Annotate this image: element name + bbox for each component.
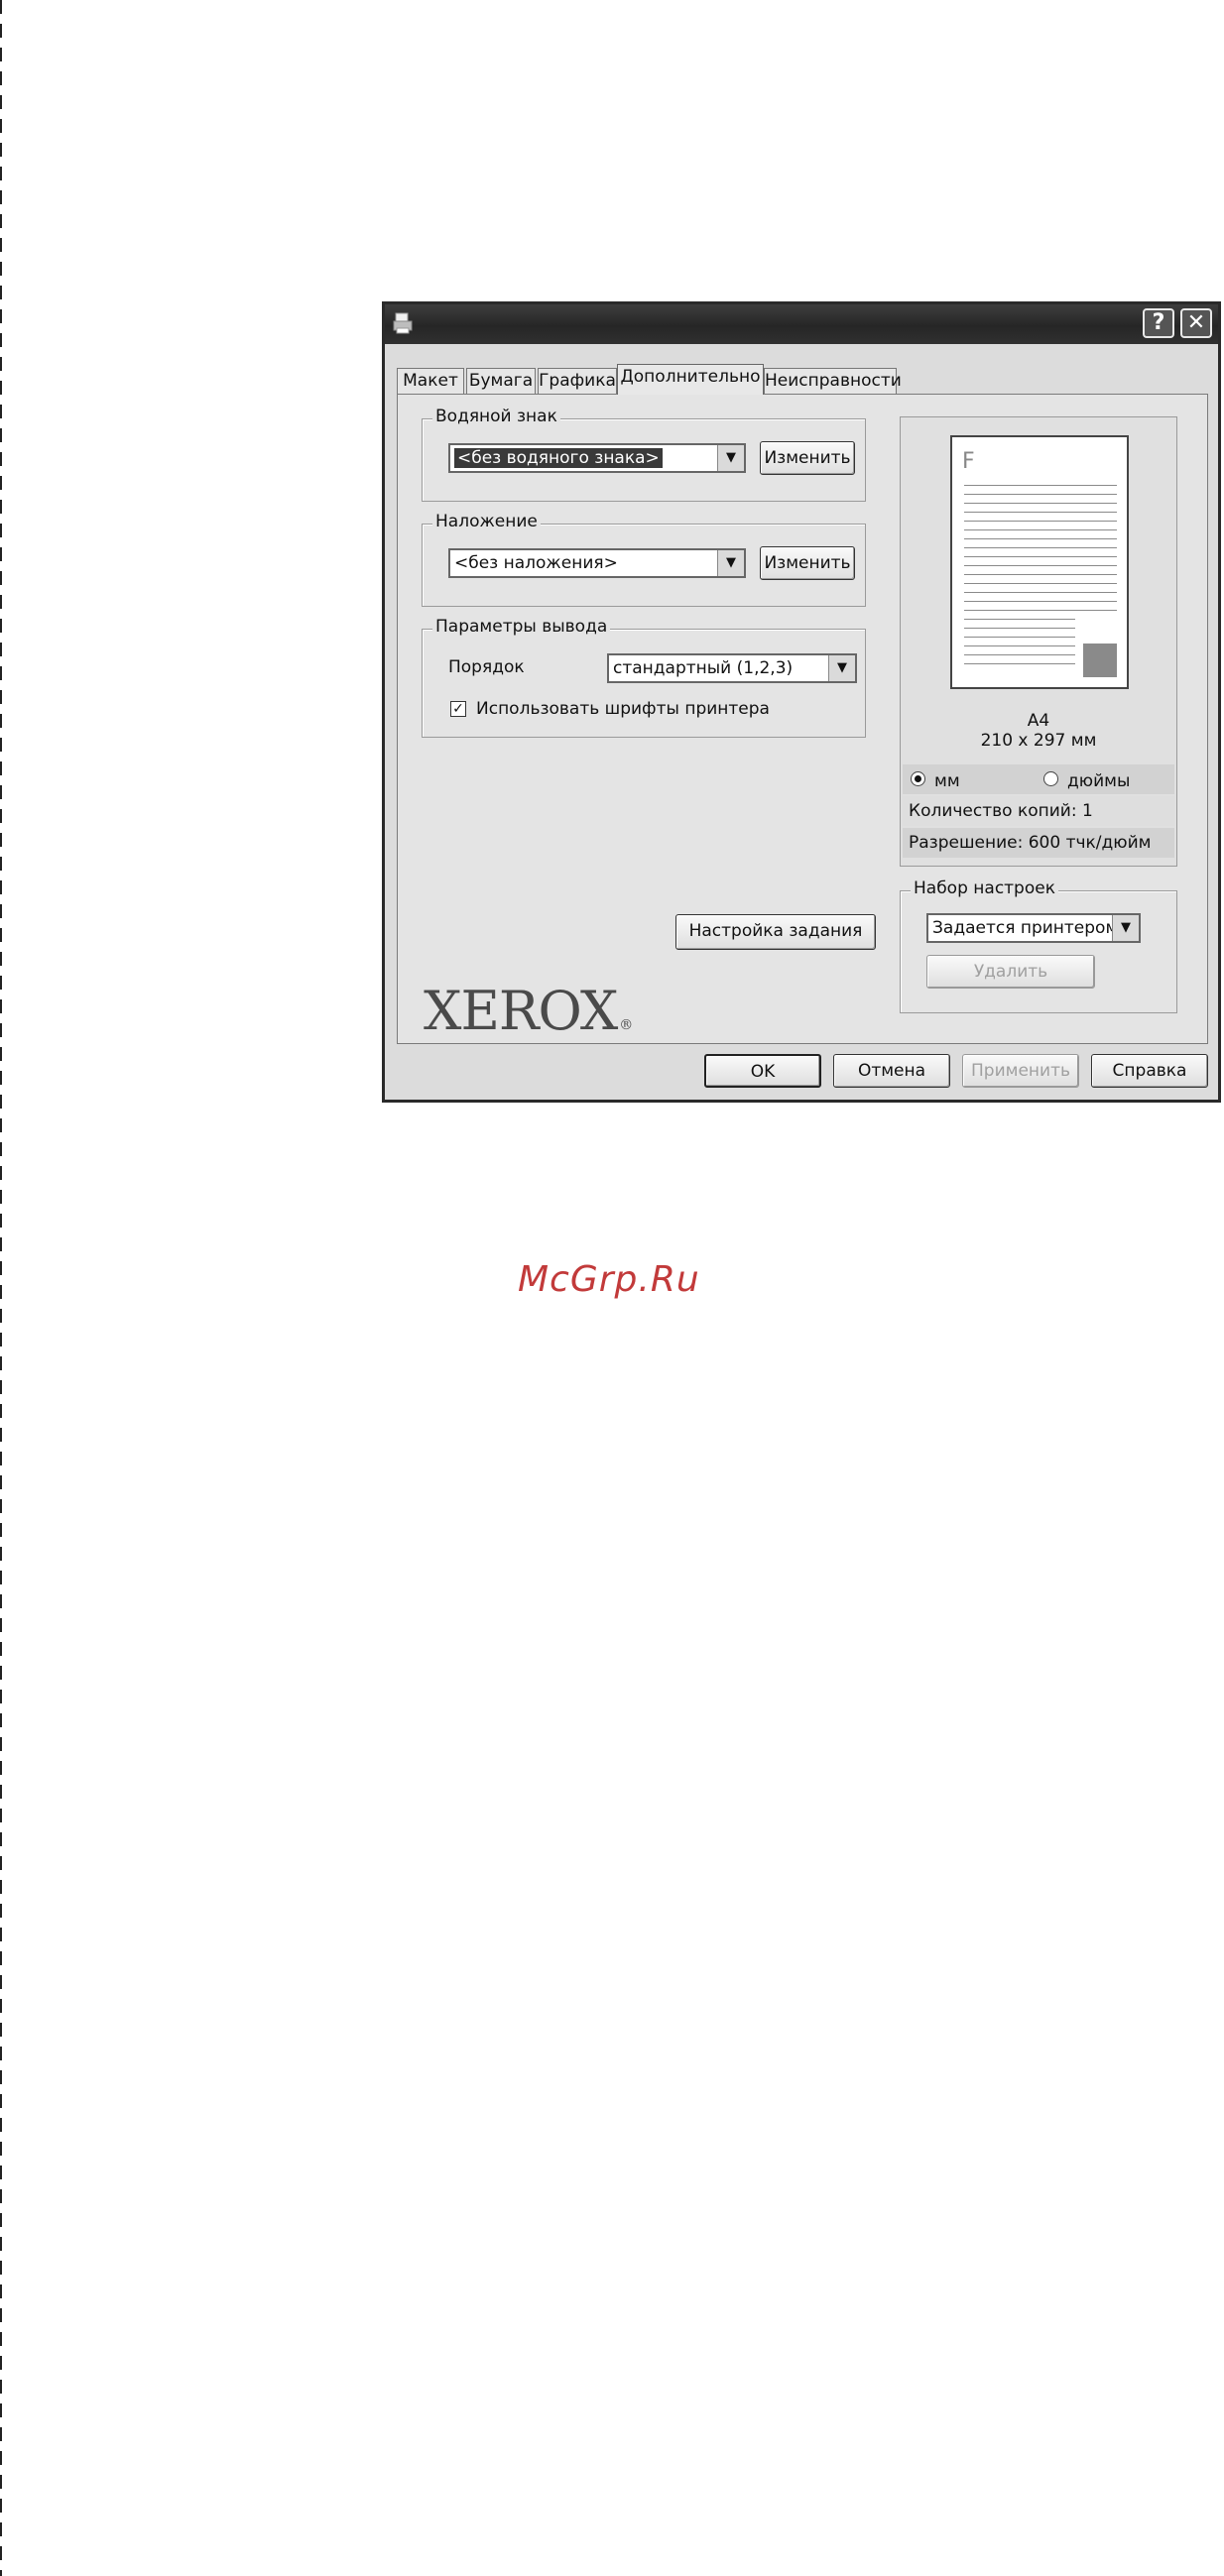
favorites-legend: Набор настроек xyxy=(911,878,1058,898)
unit-inch-label: дюймы xyxy=(1067,771,1131,791)
order-select[interactable]: стандартный (1,2,3) ▼ xyxy=(607,653,857,683)
paper-text-line xyxy=(964,556,1117,557)
paper-text-line xyxy=(964,529,1117,530)
page-thumbnail-block xyxy=(1083,644,1117,677)
chevron-down-icon[interactable]: ▼ xyxy=(1112,915,1139,941)
watermark-legend: Водяной знак xyxy=(432,407,560,426)
paper-text-line xyxy=(964,663,1075,664)
paper-text-line xyxy=(964,485,1117,486)
tab-panel-extras: Водяной знак <без водяного знака> ▼ Изме… xyxy=(397,394,1208,1044)
paper-text-line xyxy=(964,645,1075,646)
paper-preview-panel: F A4 210 x 297 мм мм дюймы Количество ко… xyxy=(900,416,1177,867)
tab-paper[interactable]: Бумага xyxy=(466,368,536,394)
unit-inch-radio[interactable] xyxy=(1043,771,1058,786)
job-setup-button[interactable]: Настройка задания xyxy=(675,914,876,950)
chevron-down-icon[interactable]: ▼ xyxy=(828,655,855,681)
tab-graphics[interactable]: Графика xyxy=(538,368,617,394)
paper-text-line xyxy=(964,547,1117,548)
paper-text-line xyxy=(964,628,1075,629)
watermark-group: Водяной знак <без водяного знака> ▼ Изме… xyxy=(422,407,866,502)
copies-info: Количество копий: 1 xyxy=(903,796,1174,826)
paper-preview: F xyxy=(950,435,1129,689)
paper-letter: F xyxy=(962,449,975,474)
favorites-delete-button[interactable]: Удалить xyxy=(926,955,1095,989)
paper-text-line xyxy=(964,538,1117,539)
favorites-select[interactable]: Задается принтером ▼ xyxy=(926,913,1141,943)
unit-mm-radio[interactable] xyxy=(911,771,925,786)
paper-text-line xyxy=(964,494,1117,495)
output-options-group: Параметры вывода Порядок стандартный (1,… xyxy=(422,617,866,738)
watermark-select[interactable]: <без водяного знака> ▼ xyxy=(448,443,746,473)
overlay-select[interactable]: <без наложения> ▼ xyxy=(448,548,746,578)
paper-size: 210 x 297 мм xyxy=(980,731,1097,751)
apply-button[interactable]: Применить xyxy=(962,1054,1079,1088)
title-bar: ? ✕ xyxy=(385,304,1218,344)
tab-layout[interactable]: Макет xyxy=(397,368,464,394)
paper-text-line xyxy=(964,637,1075,638)
resolution-info: Разрешение: 600 тчк/дюйм xyxy=(903,828,1174,858)
paper-text-line xyxy=(964,512,1117,513)
page-watermark: McGrp.Ru xyxy=(518,1259,700,1300)
paper-text-line xyxy=(964,583,1117,584)
overlay-group: Наложение <без наложения> ▼ Изменить xyxy=(422,512,866,607)
printer-fonts-checkbox[interactable]: ✓ xyxy=(450,701,466,717)
overlay-legend: Наложение xyxy=(432,512,541,531)
favorites-group: Набор настроек Задается принтером ▼ Удал… xyxy=(900,878,1177,1013)
printer-icon xyxy=(393,312,413,334)
paper-text-line xyxy=(964,654,1075,655)
output-options-legend: Параметры вывода xyxy=(432,617,611,637)
registered-mark: ® xyxy=(619,1017,633,1033)
close-button[interactable]: ✕ xyxy=(1180,308,1212,338)
units-row: мм дюймы xyxy=(903,764,1174,794)
printer-properties-dialog: ? ✕ Макет Бумага Графика Дополнительно Н… xyxy=(382,301,1221,1103)
paper-text-line xyxy=(964,503,1117,504)
chevron-down-icon[interactable]: ▼ xyxy=(717,445,744,471)
tab-troubleshooting[interactable]: Неисправности xyxy=(764,368,902,394)
paper-text-line xyxy=(964,601,1117,602)
help-button[interactable]: ? xyxy=(1143,308,1174,338)
overlay-edit-button[interactable]: Изменить xyxy=(760,546,855,580)
paper-text-line xyxy=(964,565,1117,566)
paper-text-line xyxy=(964,592,1117,593)
overlay-value: <без наложения> xyxy=(454,553,618,573)
paper-text-line xyxy=(964,574,1117,575)
unit-mm-label: мм xyxy=(934,771,960,791)
paper-text-line xyxy=(964,610,1117,611)
paper-name: A4 xyxy=(1027,711,1050,731)
xerox-logo: XEROX ® xyxy=(424,980,633,1042)
order-value: стандартный (1,2,3) xyxy=(613,658,794,678)
tab-extras[interactable]: Дополнительно xyxy=(617,364,764,395)
favorites-value: Задается принтером xyxy=(932,918,1119,938)
watermark-edit-button[interactable]: Изменить xyxy=(760,441,855,475)
order-label: Порядок xyxy=(448,657,525,677)
xerox-logo-text: XEROX xyxy=(424,980,618,1042)
help-footer-button[interactable]: Справка xyxy=(1091,1054,1208,1088)
chevron-down-icon[interactable]: ▼ xyxy=(717,550,744,576)
printer-fonts-label: Использовать шрифты принтера xyxy=(476,699,770,719)
cancel-button[interactable]: Отмена xyxy=(833,1054,950,1088)
paper-text-line xyxy=(964,619,1075,620)
watermark-value: <без водяного знака> xyxy=(454,448,663,468)
ok-button[interactable]: OK xyxy=(704,1054,821,1088)
paper-text-line xyxy=(964,521,1117,522)
page-margin-rule xyxy=(0,0,2,2576)
